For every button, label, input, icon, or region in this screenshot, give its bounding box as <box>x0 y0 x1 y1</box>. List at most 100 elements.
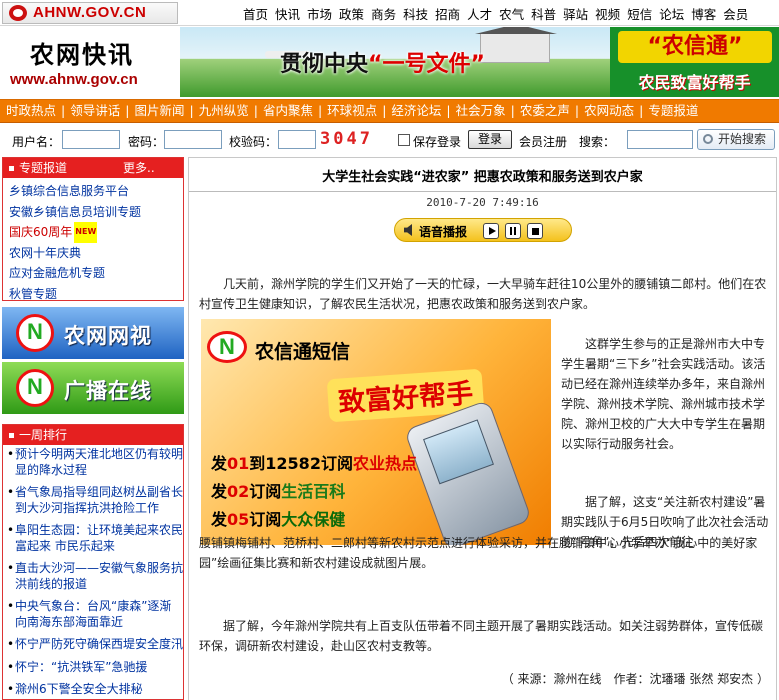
ranking-item[interactable]: 省气象局指导组同赵树丛副省长到大沙河指挥抗洪抢险工作 <box>7 485 183 516</box>
top-nav-invest[interactable]: 招商 <box>435 4 460 23</box>
weekly-ranking-list: 预计今明两天淮北地区仍有较明显的降水过程 省气象局指导组同赵树丛副省长到大沙河指… <box>3 445 183 698</box>
article-panel: 大学生社会实践“进农家” 把惠农政策和服务送到农户家 2010-7-20 7:4… <box>188 157 777 700</box>
special-topic-item[interactable]: 安徽乡镇信息员培训专题 <box>9 202 183 223</box>
ranking-item[interactable]: 预计今明两天淮北地区仍有较明显的降水过程 <box>7 447 183 478</box>
ad-line-3: 发05订阅大众保健 <box>211 506 345 530</box>
top-nav-science[interactable]: 科普 <box>531 4 556 23</box>
special-topic-item[interactable]: 乡镇综合信息服务平台 <box>9 181 183 202</box>
main-nav-item[interactable]: 专题报道 <box>648 100 698 122</box>
login-button[interactable]: 登录 <box>468 130 512 149</box>
special-topic-item[interactable]: 秋管专题 <box>9 284 183 305</box>
username-input[interactable] <box>62 130 120 149</box>
special-topic-item[interactable]: 国庆60周年 NEW <box>9 222 183 243</box>
top-nav-forum[interactable]: 论坛 <box>659 4 684 23</box>
captcha-input[interactable] <box>278 130 316 149</box>
banner-slogan-highlight: “一号文件” <box>368 52 485 77</box>
more-link[interactable]: 更多.. <box>123 158 155 178</box>
video-feature-banner[interactable]: 农网网视 <box>2 307 184 359</box>
login-bar: 用户名： 密码： 校验码： 3047 保存登录 登录 会员注册 搜索： 开始搜索 <box>0 126 779 154</box>
sms-service-ad[interactable]: 农信通短信 致富好帮手 发01到12582订阅农业热点 发02订阅生活百科 发0… <box>201 319 551 545</box>
top-nav-sms[interactable]: 短信 <box>627 4 652 23</box>
top-nav: 首页 快讯 市场 政策 商务 科技 招商 人才 农气 科普 驿站 视频 短信 论坛 博客 会员 <box>243 4 755 23</box>
search-button-label: 开始搜索 <box>718 132 767 146</box>
ranking-item[interactable]: 怀宁：“抗洪铁军”急驰援 <box>7 660 183 676</box>
ranking-item[interactable]: 直击大沙河——安徽气象服务抗洪前线的报道 <box>7 561 183 592</box>
nav-divider: | <box>382 103 387 118</box>
ad-line-2-mid: 订阅 <box>249 482 282 501</box>
left-sidebar: 专题报道 更多.. 乡镇综合信息服务平台 安徽乡镇信息员培训专题 国庆60周年 N… <box>2 157 184 700</box>
top-nav-station[interactable]: 驿站 <box>563 4 588 23</box>
banner-slogan: 贯彻中央“一号文件” <box>280 46 485 78</box>
ad-title: 农信通短信 <box>255 341 351 363</box>
site-logo-small[interactable]: AHNW.GOV.CN <box>2 2 178 24</box>
weekly-ranking-box: 一周排行 预计今明两天淮北地区仍有较明显的降水过程 省气象局指导组同赵树丛副省长… <box>2 424 184 700</box>
register-link[interactable]: 会员注册 <box>519 133 567 150</box>
nav-divider: | <box>125 103 130 118</box>
play-button[interactable] <box>483 223 499 239</box>
top-nav-market[interactable]: 市场 <box>307 4 332 23</box>
main-nav-item[interactable]: 九州纵览 <box>199 100 249 122</box>
main-nav-item[interactable]: 农网动态 <box>584 100 634 122</box>
article-paragraph: 几天前，滁州学院的学生们又开始了一天的忙碌，一大早骑车赶往10公里外的腰铺镇二郎… <box>199 277 767 311</box>
search-button[interactable]: 开始搜索 <box>697 129 775 150</box>
pause-button[interactable] <box>505 223 521 239</box>
top-nav-weather[interactable]: 农气 <box>499 4 524 23</box>
ranking-item[interactable]: 中央气象台：台风“康森”逐渐向南海东部海面靠近 <box>7 599 183 630</box>
weekly-ranking-title: 一周排行 <box>19 428 68 442</box>
save-login-checkbox[interactable] <box>398 134 410 146</box>
ad-line-1-topic: 农业热点 <box>352 454 417 473</box>
ad-line-2-pre: 发 <box>211 482 228 501</box>
ad-line-2-topic: 生活百科 <box>281 482 346 501</box>
nav-divider: | <box>61 103 66 118</box>
main-nav-item[interactable]: 农委之声 <box>520 100 570 122</box>
top-nav-video[interactable]: 视频 <box>595 4 620 23</box>
top-nav-tech[interactable]: 科技 <box>403 4 428 23</box>
top-nav-business[interactable]: 商务 <box>371 4 396 23</box>
special-topic-item[interactable]: 农网十年庆典 <box>9 243 183 264</box>
ranking-item[interactable]: 怀宁严防死守确保西堤安全度汛 <box>7 637 183 653</box>
main-nav-item[interactable]: 省内聚焦 <box>263 100 313 122</box>
promo-banner[interactable]: “农信通” 农民致富好帮手 <box>610 27 779 97</box>
radio-icon <box>16 369 54 407</box>
stop-button[interactable] <box>527 223 543 239</box>
main-nav-item[interactable]: 社会万象 <box>456 100 506 122</box>
video-feature-title: 农网网视 <box>64 324 152 348</box>
tv-icon <box>16 314 54 352</box>
mobile-phone-graphic <box>403 399 533 545</box>
nav-divider: | <box>574 103 580 118</box>
brand-logo[interactable]: 农网快讯 www.ahnw.gov.cn <box>0 27 180 97</box>
top-nav-blog[interactable]: 博客 <box>691 4 716 23</box>
voice-player: 语音播报 <box>394 218 572 242</box>
radio-feature-title: 广播在线 <box>64 379 152 403</box>
article-paragraph: 据了解，今年滁州学院共有上百支队伍带着不同主题开展了暑期实践活动。如关注弱势群体… <box>199 619 764 653</box>
special-topic-item[interactable]: 应对金融危机专题 <box>9 263 183 284</box>
special-topics-box: 专题报道 更多.. 乡镇综合信息服务平台 安徽乡镇信息员培训专题 国庆60周年 N… <box>2 157 184 301</box>
nav-divider: | <box>446 103 451 118</box>
radio-feature-banner[interactable]: 广播在线 <box>2 362 184 414</box>
top-nav-member[interactable]: 会员 <box>723 4 748 23</box>
ranking-item[interactable]: 阜阳生态园：让环境美起来农民富起来 市民乐起来 <box>7 523 183 554</box>
nav-divider: | <box>317 103 323 118</box>
top-nav-home[interactable]: 首页 <box>243 4 268 23</box>
main-nav-item[interactable]: 领导讲话 <box>70 100 120 122</box>
nxt-logo-icon <box>207 331 247 363</box>
search-input[interactable] <box>627 130 693 149</box>
special-topic-label: 国庆60周年 <box>9 225 73 239</box>
main-nav-item[interactable]: 环球视点 <box>327 100 377 122</box>
top-nav-talent[interactable]: 人才 <box>467 4 492 23</box>
nav-divider: | <box>253 103 258 118</box>
article-paragraph: 这群学生参与的正是滁州市大中专学生暑期“三下乡”社会实践活动。该活动已经在滁州连… <box>561 337 766 451</box>
top-nav-policy[interactable]: 政策 <box>339 4 364 23</box>
main-nav-item[interactable]: 经济论坛 <box>391 100 441 122</box>
brand-url: www.ahnw.gov.cn <box>10 71 138 88</box>
ranking-item[interactable]: 滁州6下警全安全大排秘 <box>7 682 183 698</box>
password-input[interactable] <box>164 130 222 149</box>
top-nav-news[interactable]: 快讯 <box>275 4 300 23</box>
ad-line-1-mid: 到12582订阅 <box>249 454 353 473</box>
speaker-icon <box>404 224 412 236</box>
main-nav-item[interactable]: 时政热点 <box>6 100 56 122</box>
ad-line-1-code: 01 <box>227 454 250 473</box>
article-source: （ 来源：滁州在线 作者：沈璠璠 张然 郑安杰 ） <box>501 672 769 686</box>
ad-line-3-code: 05 <box>227 510 250 529</box>
main-nav-item[interactable]: 图片新闻 <box>134 100 184 122</box>
